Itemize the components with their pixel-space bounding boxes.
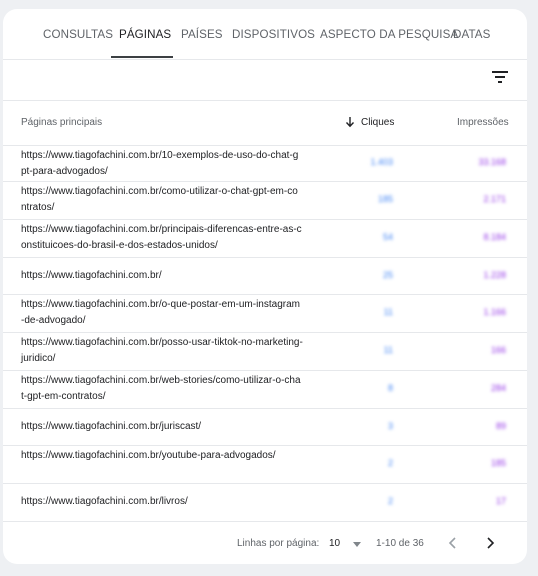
- filter-icon[interactable]: [492, 70, 508, 84]
- clicks-value: 2: [387, 496, 393, 506]
- clicks-value: 1.403: [370, 157, 393, 167]
- table-row[interactable]: https://www.tiagofachini.com.br/juriscas…: [3, 408, 527, 446]
- table-row[interactable]: https://www.tiagofachini.com.br/posso-us…: [3, 332, 527, 371]
- caret-down-icon[interactable]: [353, 542, 361, 547]
- chevron-left-icon[interactable]: [445, 535, 461, 551]
- tab-datas[interactable]: DATAS: [453, 28, 490, 41]
- page-url[interactable]: https://www.tiagofachini.com.br/como-uti…: [21, 184, 303, 216]
- active-tab-indicator: [111, 56, 173, 58]
- chevron-right-icon[interactable]: [482, 535, 498, 551]
- page-range: 1-10 de 36: [376, 538, 424, 549]
- page-url[interactable]: https://www.tiagofachini.com.br/juriscas…: [21, 419, 303, 435]
- impressions-value: 89: [495, 421, 506, 431]
- clicks-value: 2: [387, 458, 393, 468]
- clicks-value: 11: [383, 307, 393, 317]
- impressions-value: 284: [490, 383, 506, 393]
- tab-bar: CONSULTAS PÁGINAS PAÍSES DISPOSITIVOS AS…: [3, 9, 527, 60]
- rows-per-page-label: Linhas por página:: [237, 538, 320, 549]
- table-row[interactable]: https://www.tiagofachini.com.br/como-uti…: [3, 181, 527, 220]
- header-pages: Páginas principais: [21, 117, 103, 128]
- impressions-value: 33.168: [478, 157, 506, 167]
- arrow-down-icon[interactable]: [345, 116, 355, 128]
- page-url[interactable]: https://www.tiagofachini.com.br/posso-us…: [21, 335, 303, 367]
- header-clicks[interactable]: Cliques: [361, 117, 394, 128]
- page-url[interactable]: https://www.tiagofachini.com.br/10-exemp…: [21, 148, 303, 180]
- table-row[interactable]: https://www.tiagofachini.com.br/principa…: [3, 219, 527, 258]
- impressions-value: 17: [495, 496, 506, 506]
- tab-consultas[interactable]: CONSULTAS: [43, 28, 113, 41]
- impressions-value: 1.166: [483, 307, 506, 317]
- page-url[interactable]: https://www.tiagofachini.com.br/o-que-po…: [21, 297, 303, 329]
- page-url[interactable]: https://www.tiagofachini.com.br/: [21, 268, 303, 284]
- table-row[interactable]: https://www.tiagofachini.com.br/youtube-…: [3, 445, 527, 484]
- impressions-value: 166: [490, 345, 506, 355]
- tab-aspecto-da-pesquisa[interactable]: ASPECTO DA PESQUISA: [320, 28, 458, 41]
- table-row[interactable]: https://www.tiagofachini.com.br/web-stor…: [3, 370, 527, 409]
- clicks-value: 185: [377, 194, 393, 204]
- page-url[interactable]: https://www.tiagofachini.com.br/web-stor…: [21, 373, 303, 405]
- performance-card: CONSULTAS PÁGINAS PAÍSES DISPOSITIVOS AS…: [3, 9, 527, 564]
- impressions-value: 8.184: [483, 232, 506, 242]
- impressions-value: 185: [490, 458, 506, 468]
- page-url[interactable]: https://www.tiagofachini.com.br/principa…: [21, 222, 303, 254]
- header-impressions[interactable]: Impressões: [457, 117, 509, 128]
- clicks-value: 54: [382, 232, 393, 242]
- clicks-value: 3: [387, 421, 393, 431]
- impressions-value: 2.171: [483, 194, 506, 204]
- tab-paginas[interactable]: PÁGINAS: [119, 28, 171, 41]
- tab-paises[interactable]: PAÍSES: [181, 28, 223, 41]
- tab-dispositivos[interactable]: DISPOSITIVOS: [232, 28, 315, 41]
- clicks-value: 11: [383, 345, 393, 355]
- page-url[interactable]: https://www.tiagofachini.com.br/livros/: [21, 494, 303, 510]
- rows-per-page-select[interactable]: 10: [329, 538, 340, 549]
- filter-bar: [3, 60, 527, 101]
- impressions-value: 1.228: [483, 270, 506, 280]
- page-url[interactable]: https://www.tiagofachini.com.br/youtube-…: [21, 448, 303, 464]
- table-header: Páginas principais Cliques Impressões: [3, 101, 527, 146]
- pagination: Linhas por página: 10 1-10 de 36: [3, 521, 527, 564]
- clicks-value: 8: [387, 383, 393, 393]
- clicks-value: 25: [382, 270, 393, 280]
- table-row[interactable]: https://www.tiagofachini.com.br/livros/2…: [3, 483, 527, 522]
- table-row[interactable]: https://www.tiagofachini.com.br/25 1.228: [3, 257, 527, 295]
- table-row[interactable]: https://www.tiagofachini.com.br/10-exemp…: [3, 145, 527, 182]
- table-row[interactable]: https://www.tiagofachini.com.br/o-que-po…: [3, 294, 527, 333]
